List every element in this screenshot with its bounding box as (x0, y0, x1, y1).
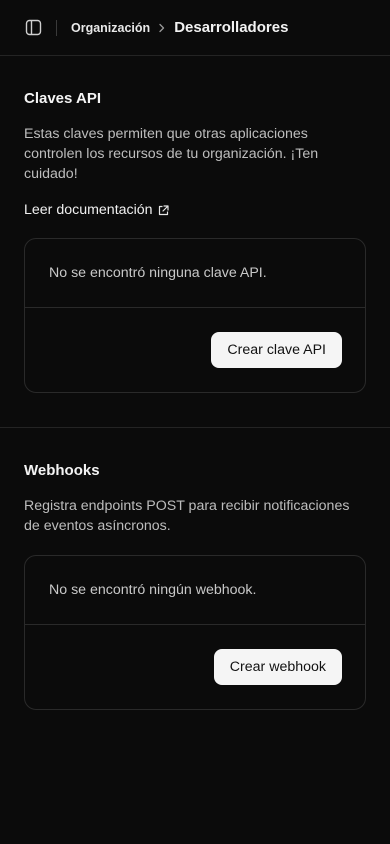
webhooks-description: Registra endpoints POST para recibir not… (24, 498, 350, 534)
create-api-key-button[interactable]: Crear clave API (211, 332, 342, 368)
create-webhook-button[interactable]: Crear webhook (213, 649, 342, 685)
webhooks-card-footer: Crear webhook (25, 625, 365, 709)
api-keys-empty-state: No se encontró ninguna clave API. (25, 239, 365, 308)
api-keys-description: Estas claves permiten que otras aplicaci… (24, 126, 319, 182)
webhooks-card: No se encontró ningún webhook. Crear web… (24, 555, 366, 710)
api-keys-card: No se encontró ninguna clave API. Crear … (24, 238, 366, 393)
header-divider (56, 19, 57, 36)
api-keys-title: Claves API (24, 90, 101, 107)
api-keys-card-footer: Crear clave API (25, 308, 365, 392)
sidebar-toggle-button[interactable] (24, 19, 42, 37)
webhooks-title: Webhooks (24, 462, 100, 479)
read-docs-label: Leer documentación (24, 202, 153, 218)
read-docs-link[interactable]: Leer documentación (24, 202, 169, 218)
external-link-icon (158, 204, 169, 215)
page-title: Desarrolladores (174, 19, 289, 36)
api-keys-section: Claves API Estas claves permiten que otr… (0, 56, 390, 428)
webhooks-empty-state: No se encontró ningún webhook. (25, 556, 365, 625)
sidebar-panel-icon (25, 19, 41, 36)
top-bar: Organización Desarrolladores (0, 0, 390, 56)
chevron-right-icon (158, 23, 166, 33)
breadcrumb-organization[interactable]: Organización (71, 21, 150, 35)
webhooks-section: Webhooks Registra endpoints POST para re… (0, 428, 390, 744)
